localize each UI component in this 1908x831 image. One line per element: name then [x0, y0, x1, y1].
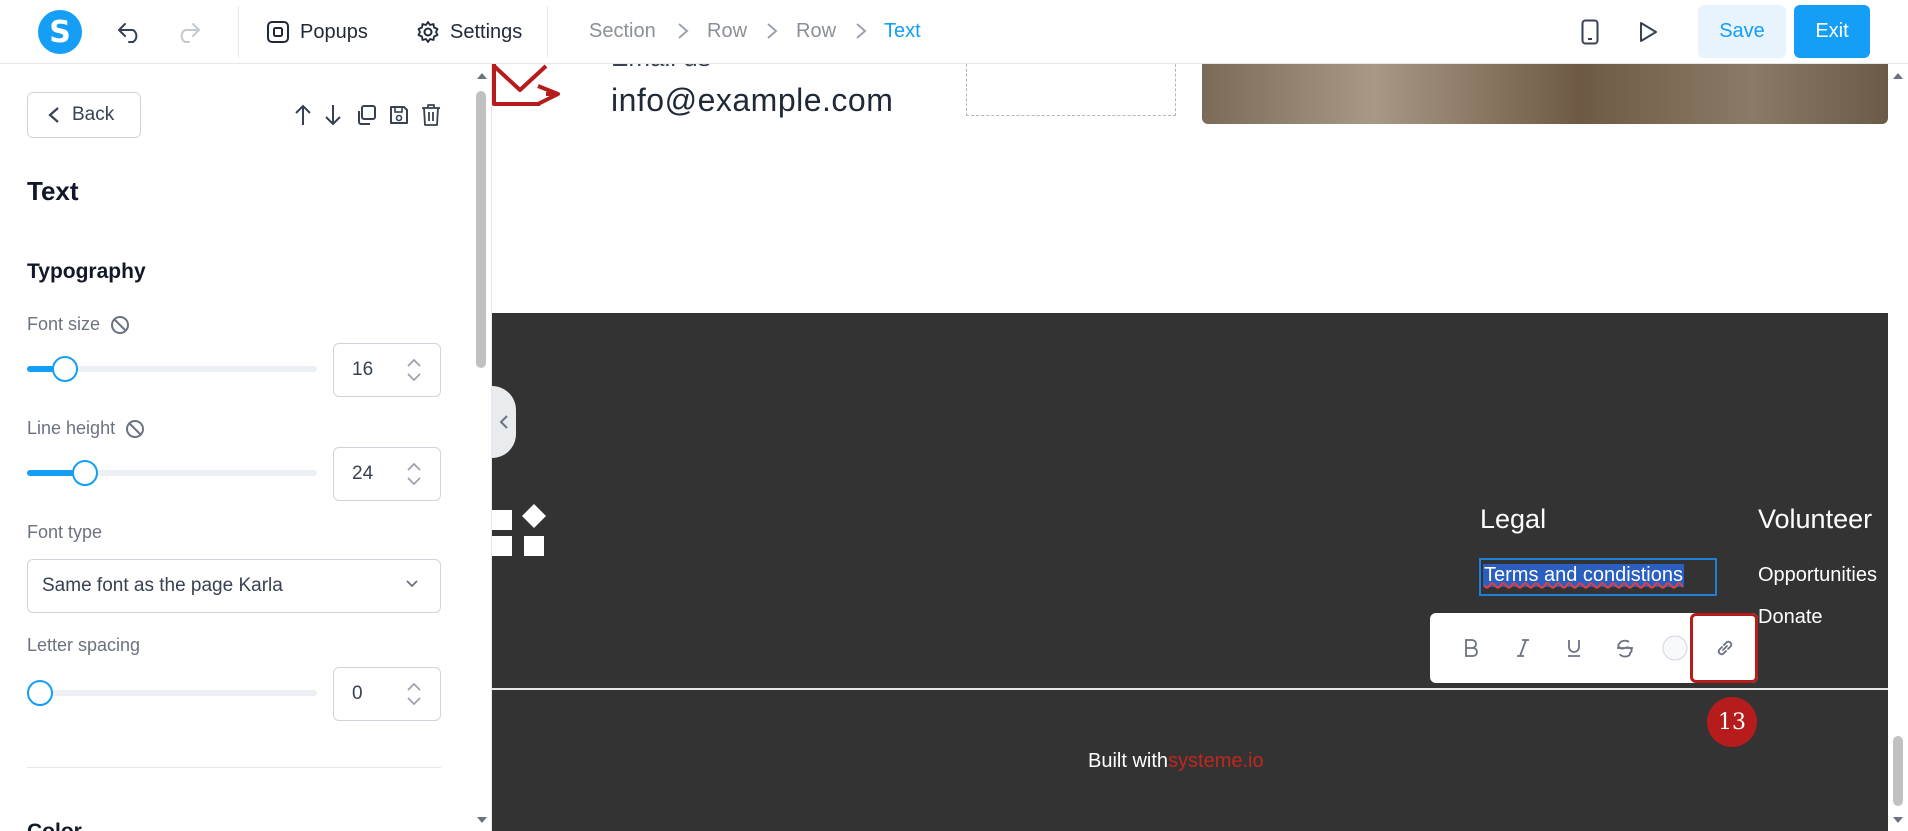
- footer-logo-icon: [492, 504, 546, 556]
- scrollbar-thumb[interactable]: [1893, 736, 1903, 806]
- redo-icon[interactable]: [172, 16, 204, 48]
- move-down-icon[interactable]: [320, 102, 346, 128]
- settings-button[interactable]: Settings: [416, 14, 522, 50]
- font-size-value: 16: [352, 359, 374, 380]
- built-with-credit: Built withsysteme.io: [1088, 750, 1264, 773]
- line-height-label: Line height: [27, 418, 145, 439]
- selected-text-element[interactable]: Terms and condistions: [1479, 558, 1717, 596]
- letter-spacing-label-text: Letter spacing: [27, 635, 141, 655]
- popups-label: Popups: [300, 20, 368, 43]
- letter-spacing-label: Letter spacing: [27, 635, 140, 656]
- letter-spacing-value: 0: [352, 683, 363, 704]
- slider-handle[interactable]: [72, 460, 98, 486]
- popup-icon: [267, 21, 289, 43]
- page-canvas: Email us info@example.com Legal Voluntee…: [492, 64, 1888, 831]
- font-type-value: Same font as the page Karla: [42, 575, 283, 596]
- canvas-scrollbar[interactable]: [1888, 64, 1908, 831]
- opportunities-link[interactable]: Opportunities: [1758, 564, 1877, 587]
- text-color-icon[interactable]: [1662, 635, 1688, 661]
- back-label: Back: [72, 104, 115, 125]
- italic-icon[interactable]: [1510, 635, 1536, 661]
- color-section-title: Color: [27, 820, 82, 831]
- rocks-image[interactable]: [1202, 64, 1888, 124]
- empty-block-placeholder[interactable]: [966, 64, 1176, 116]
- save-block-icon[interactable]: [386, 102, 412, 128]
- font-size-slider[interactable]: [27, 356, 317, 382]
- email-value[interactable]: info@example.com: [611, 82, 893, 119]
- gear-icon: [417, 21, 439, 43]
- play-preview-icon[interactable]: [1632, 16, 1664, 48]
- slider-handle[interactable]: [27, 680, 53, 706]
- move-up-icon[interactable]: [290, 102, 316, 128]
- volunteer-heading[interactable]: Volunteer: [1758, 504, 1872, 535]
- line-height-label-text: Line height: [27, 418, 116, 438]
- letter-spacing-slider[interactable]: [27, 680, 317, 706]
- undo-icon[interactable]: [114, 16, 146, 48]
- toolbar-divider: [238, 6, 239, 58]
- chevron-down-icon: [406, 580, 418, 588]
- sidebar-scrollbar[interactable]: [472, 64, 492, 831]
- reset-icon[interactable]: [125, 419, 145, 439]
- chevron-left-icon: [499, 415, 508, 429]
- terms-link-text[interactable]: Terms and condistions: [1483, 564, 1684, 587]
- stepper-icon[interactable]: [406, 680, 422, 708]
- scrollbar-thumb[interactable]: [476, 91, 486, 368]
- reset-icon[interactable]: [110, 315, 130, 335]
- stepper-icon[interactable]: [406, 356, 422, 384]
- typography-title: Typography: [27, 260, 146, 283]
- annotation-badge: 13: [1707, 697, 1757, 747]
- trash-icon[interactable]: [418, 102, 444, 128]
- font-type-label-text: Font type: [27, 522, 103, 542]
- panel-title: Text: [27, 176, 79, 206]
- save-button[interactable]: Save: [1698, 5, 1786, 58]
- editor-app: S Popups Settings Section Row Row Text S…: [0, 0, 1908, 831]
- footer-divider: [492, 688, 1888, 690]
- mobile-preview-icon[interactable]: [1574, 16, 1606, 48]
- scroll-down-arrow-icon[interactable]: [476, 816, 488, 824]
- section-divider: [27, 767, 441, 768]
- line-height-value: 24: [352, 463, 374, 484]
- email-icon: [492, 64, 560, 106]
- font-type-label: Font type: [27, 522, 102, 543]
- line-height-slider[interactable]: [27, 460, 317, 486]
- back-button[interactable]: Back: [27, 92, 141, 138]
- font-size-label: Font size: [27, 314, 130, 335]
- breadcrumb-text[interactable]: Text: [884, 20, 921, 43]
- letter-spacing-input[interactable]: 0: [333, 667, 441, 721]
- breadcrumb-row[interactable]: Row: [796, 20, 836, 43]
- scroll-up-arrow-icon[interactable]: [476, 72, 488, 80]
- app-logo[interactable]: S: [38, 10, 82, 54]
- donate-link[interactable]: Donate: [1758, 606, 1823, 629]
- settings-label: Settings: [450, 20, 523, 43]
- email-label: Email us: [611, 64, 711, 73]
- bold-icon[interactable]: [1458, 635, 1484, 661]
- slider-handle[interactable]: [52, 356, 78, 382]
- systeme-brand-link[interactable]: systeme.io: [1168, 750, 1264, 772]
- line-height-input[interactable]: 24: [333, 447, 441, 501]
- scroll-down-arrow-icon[interactable]: [1892, 816, 1904, 824]
- font-size-label-text: Font size: [27, 314, 101, 334]
- link-button-highlight: [1690, 613, 1758, 683]
- legal-heading[interactable]: Legal: [1480, 504, 1546, 535]
- exit-button[interactable]: Exit: [1794, 5, 1870, 58]
- scroll-up-arrow-icon[interactable]: [1892, 72, 1904, 80]
- chevron-right-icon: [677, 22, 689, 45]
- chevron-right-icon: [766, 22, 778, 45]
- settings-sidebar: Back Text Typography Font size 16 Line h…: [0, 64, 492, 831]
- built-with-text: Built with: [1088, 750, 1169, 772]
- toolbar-divider: [547, 6, 548, 58]
- strikethrough-icon[interactable]: [1612, 635, 1638, 661]
- top-bar: S Popups Settings Section Row Row Text S…: [0, 0, 1908, 64]
- stepper-icon[interactable]: [406, 460, 422, 488]
- font-size-input[interactable]: 16: [333, 343, 441, 397]
- popups-button[interactable]: Popups: [266, 14, 368, 50]
- font-type-select[interactable]: Same font as the page Karla: [27, 559, 441, 613]
- chevron-right-icon: [855, 22, 867, 45]
- chevron-left-icon: [48, 107, 59, 123]
- breadcrumb-section[interactable]: Section: [589, 20, 656, 43]
- duplicate-icon[interactable]: [353, 102, 379, 128]
- underline-icon[interactable]: [1561, 635, 1587, 661]
- breadcrumb-row[interactable]: Row: [707, 20, 747, 43]
